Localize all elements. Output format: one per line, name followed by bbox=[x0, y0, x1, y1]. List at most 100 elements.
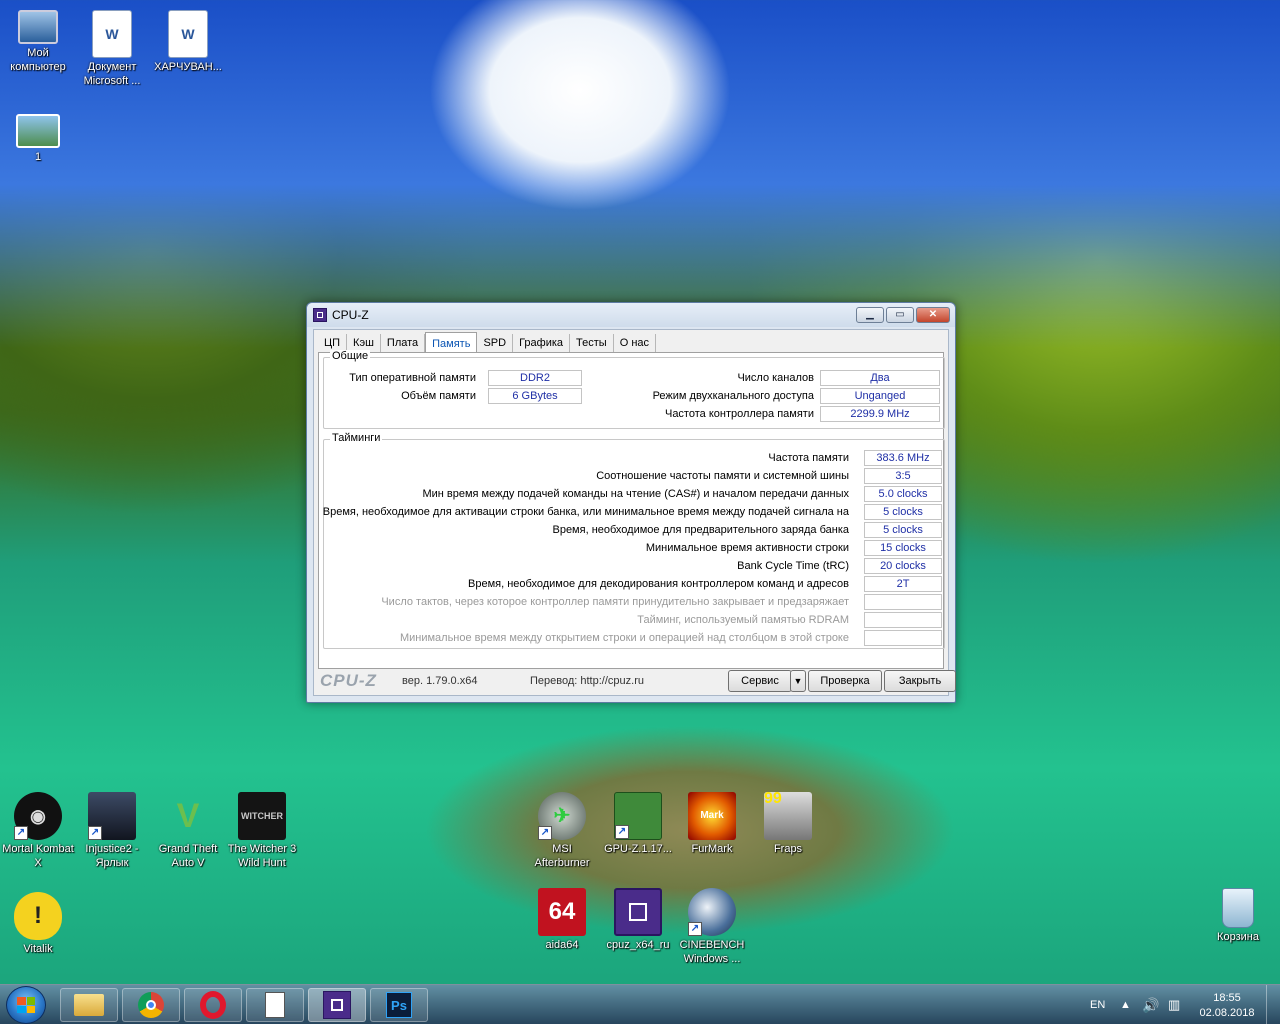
tools-button[interactable]: Сервис bbox=[728, 670, 792, 692]
desktop-icon-vitalik[interactable]: ! Vitalik bbox=[0, 892, 76, 956]
windows-logo-icon bbox=[17, 997, 35, 1013]
chrome-icon bbox=[138, 992, 164, 1018]
desktop-icon-fraps[interactable]: 99 Fraps bbox=[750, 791, 826, 856]
volume-icon[interactable]: 🔊 bbox=[1142, 985, 1159, 1024]
clock-time: 18:55 bbox=[1213, 992, 1241, 1004]
taskbar-chrome[interactable] bbox=[122, 988, 180, 1022]
desktop-icon-injustice2[interactable]: ↗ Injustice2 - Ярлык bbox=[74, 792, 150, 870]
memory-type-value: DDR2 bbox=[488, 370, 582, 386]
maximize-button[interactable]: ▭ bbox=[886, 307, 914, 323]
taskbar: Ps EN ▲ 🔊 ▥ 18:55 02.08.2018 bbox=[0, 984, 1280, 1024]
clock[interactable]: 18:55 02.08.2018 bbox=[1196, 985, 1258, 1024]
dram-frequency-value: 383.6 MHz bbox=[864, 450, 942, 466]
desktop-icon-msi-afterburner[interactable]: ✈ ↗ MSI Afterburner bbox=[524, 792, 600, 870]
command-rate-value: 2T bbox=[864, 576, 942, 592]
desktop-icon-word-document-2[interactable]: W ХАРЧУВАН... bbox=[150, 10, 226, 74]
cinebench-icon: ↗ bbox=[688, 888, 736, 936]
close-window-button[interactable]: ✕ bbox=[916, 307, 950, 323]
total-cas-label: Тайминг, используемый памятью RDRAM bbox=[637, 614, 849, 626]
desktop-icon-cpuz[interactable]: cpuz_x64_ru bbox=[600, 888, 676, 952]
desktop-icon-gpu-z[interactable]: ↗ GPU-Z.1.17... bbox=[600, 792, 676, 856]
taskbar-explorer[interactable] bbox=[60, 988, 118, 1022]
desktop-icon-cinebench[interactable]: ↗ CINEBENCH Windows ... bbox=[674, 888, 750, 966]
msi-afterburner-icon: ✈ ↗ bbox=[538, 792, 586, 840]
cpuz-window[interactable]: CPU-Z ▁ ▭ ✕ ЦП Кэш Плата Память SPD Граф… bbox=[306, 302, 956, 703]
cas-latency-label: Мин время между подачей команды на чтени… bbox=[422, 488, 849, 500]
group-title: Общие bbox=[330, 350, 371, 362]
clock-date: 02.08.2018 bbox=[1199, 1007, 1255, 1019]
show-hidden-icons-button[interactable]: ▲ bbox=[1120, 985, 1131, 1024]
memory-size-label: Объём памяти bbox=[401, 390, 476, 402]
tab-about[interactable]: О нас bbox=[614, 334, 657, 352]
taskbar-photoshop[interactable]: Ps bbox=[370, 988, 428, 1022]
dc-mode-label: Режим двухканального доступа bbox=[652, 390, 814, 402]
ras-precharge-label: Время, необходимое для предварительного … bbox=[552, 524, 849, 536]
bank-cycle-time-label: Bank Cycle Time (tRC) bbox=[737, 560, 849, 572]
mortal-kombat-icon: ◉ ↗ bbox=[14, 792, 62, 840]
channels-value: Два bbox=[820, 370, 940, 386]
taskbar-notepad[interactable] bbox=[246, 988, 304, 1022]
word-document-icon: W bbox=[92, 10, 132, 58]
taskbar-opera[interactable] bbox=[184, 988, 242, 1022]
network-icon[interactable]: ▥ bbox=[1168, 985, 1180, 1024]
dram-frequency-label: Частота памяти bbox=[768, 452, 849, 464]
desktop-icon-label: CINEBENCH Windows ... bbox=[679, 939, 745, 965]
cpuz-icon bbox=[323, 991, 351, 1019]
desktop-icon-mortal-kombat[interactable]: ◉ ↗ Mortal Kombat X bbox=[0, 792, 76, 870]
desktop-icon-word-document[interactable]: W Документ Microsoft ... bbox=[74, 10, 150, 88]
memory-panel: Общие Тип оперативной памяти DDR2 Объём … bbox=[318, 350, 945, 669]
desktop-icon-label: Vitalik bbox=[23, 943, 53, 955]
desktop-icon-my-computer[interactable]: Мой компьютер bbox=[0, 10, 76, 74]
desktop-icon-label: Документ Microsoft ... bbox=[83, 61, 141, 87]
show-desktop-button[interactable] bbox=[1266, 985, 1280, 1024]
desktop-icon-label: FurMark bbox=[691, 843, 733, 855]
tab-mainboard[interactable]: Плата bbox=[381, 334, 426, 352]
cycle-time-value: 15 clocks bbox=[864, 540, 942, 556]
cpuz-app-icon bbox=[313, 308, 327, 322]
validate-button[interactable]: Проверка bbox=[808, 670, 882, 692]
tab-graphics[interactable]: Графика bbox=[513, 334, 571, 352]
desktop-icon-label: Injustice2 - Ярлык bbox=[85, 843, 139, 869]
language-indicator[interactable]: EN bbox=[1090, 985, 1105, 1024]
desktop-icon-label: cpuz_x64_ru bbox=[606, 939, 670, 951]
row-to-column-label: Минимальное время между открытием строки… bbox=[399, 632, 849, 644]
gta5-icon: V bbox=[176, 797, 200, 835]
version-text: вер. 1.79.0.x64 bbox=[402, 675, 478, 687]
desktop-icon-gta5[interactable]: V Grand Theft Auto V bbox=[150, 792, 226, 870]
window-title: CPU-Z bbox=[332, 308, 369, 322]
bank-cycle-time-value: 20 clocks bbox=[864, 558, 942, 574]
minimize-button[interactable]: ▁ bbox=[856, 307, 884, 323]
cpuz-logo: CPU-Z bbox=[320, 671, 377, 690]
word-document-icon: W bbox=[168, 10, 208, 58]
tab-spd[interactable]: SPD bbox=[477, 334, 514, 352]
desktop-icon-label: Мой компьютер bbox=[10, 47, 66, 73]
desktop-icon-witcher3[interactable]: WITCHER The Witcher 3 Wild Hunt bbox=[224, 792, 300, 870]
cas-latency-value: 5.0 clocks bbox=[864, 486, 942, 502]
desktop-icon-aida64[interactable]: 64 aida64 bbox=[524, 888, 600, 952]
desktop-icon-furmark[interactable]: Mark FurMark bbox=[674, 792, 750, 856]
desktop-icon-label: Grand Theft Auto V bbox=[158, 843, 218, 869]
tools-dropdown-button[interactable]: ▼ bbox=[790, 670, 806, 692]
desktop-icon-image[interactable]: 1 bbox=[0, 114, 76, 164]
desktop-icon-label: The Witcher 3 Wild Hunt bbox=[227, 843, 297, 869]
close-button[interactable]: Закрыть bbox=[884, 670, 956, 692]
taskbar-cpuz[interactable] bbox=[308, 988, 366, 1022]
desktop-icon-label: Корзина bbox=[1217, 931, 1259, 943]
cpuz-icon bbox=[614, 888, 662, 936]
desktop-icon-label: Fraps bbox=[773, 843, 803, 855]
image-file-icon bbox=[16, 114, 60, 148]
fraps-icon: 99 bbox=[764, 791, 812, 840]
start-button[interactable] bbox=[6, 986, 46, 1024]
gpu-z-icon: ↗ bbox=[614, 792, 662, 840]
fsb-dram-value: 3:5 bbox=[864, 468, 942, 484]
tab-memory[interactable]: Память bbox=[425, 332, 478, 352]
witcher3-icon: WITCHER bbox=[238, 792, 286, 840]
window-footer: CPU-Z вер. 1.79.0.x64 Перевод: http://cp… bbox=[318, 669, 956, 693]
photoshop-icon: Ps bbox=[386, 992, 412, 1018]
memory-type-label: Тип оперативной памяти bbox=[349, 372, 476, 384]
desktop-icon-recycle-bin[interactable]: Корзина bbox=[1200, 888, 1276, 944]
tab-bench[interactable]: Тесты bbox=[570, 334, 614, 352]
folder-icon bbox=[74, 994, 104, 1016]
recycle-bin-icon bbox=[1222, 888, 1254, 928]
translation-text: Перевод: http://cpuz.ru bbox=[530, 675, 644, 687]
